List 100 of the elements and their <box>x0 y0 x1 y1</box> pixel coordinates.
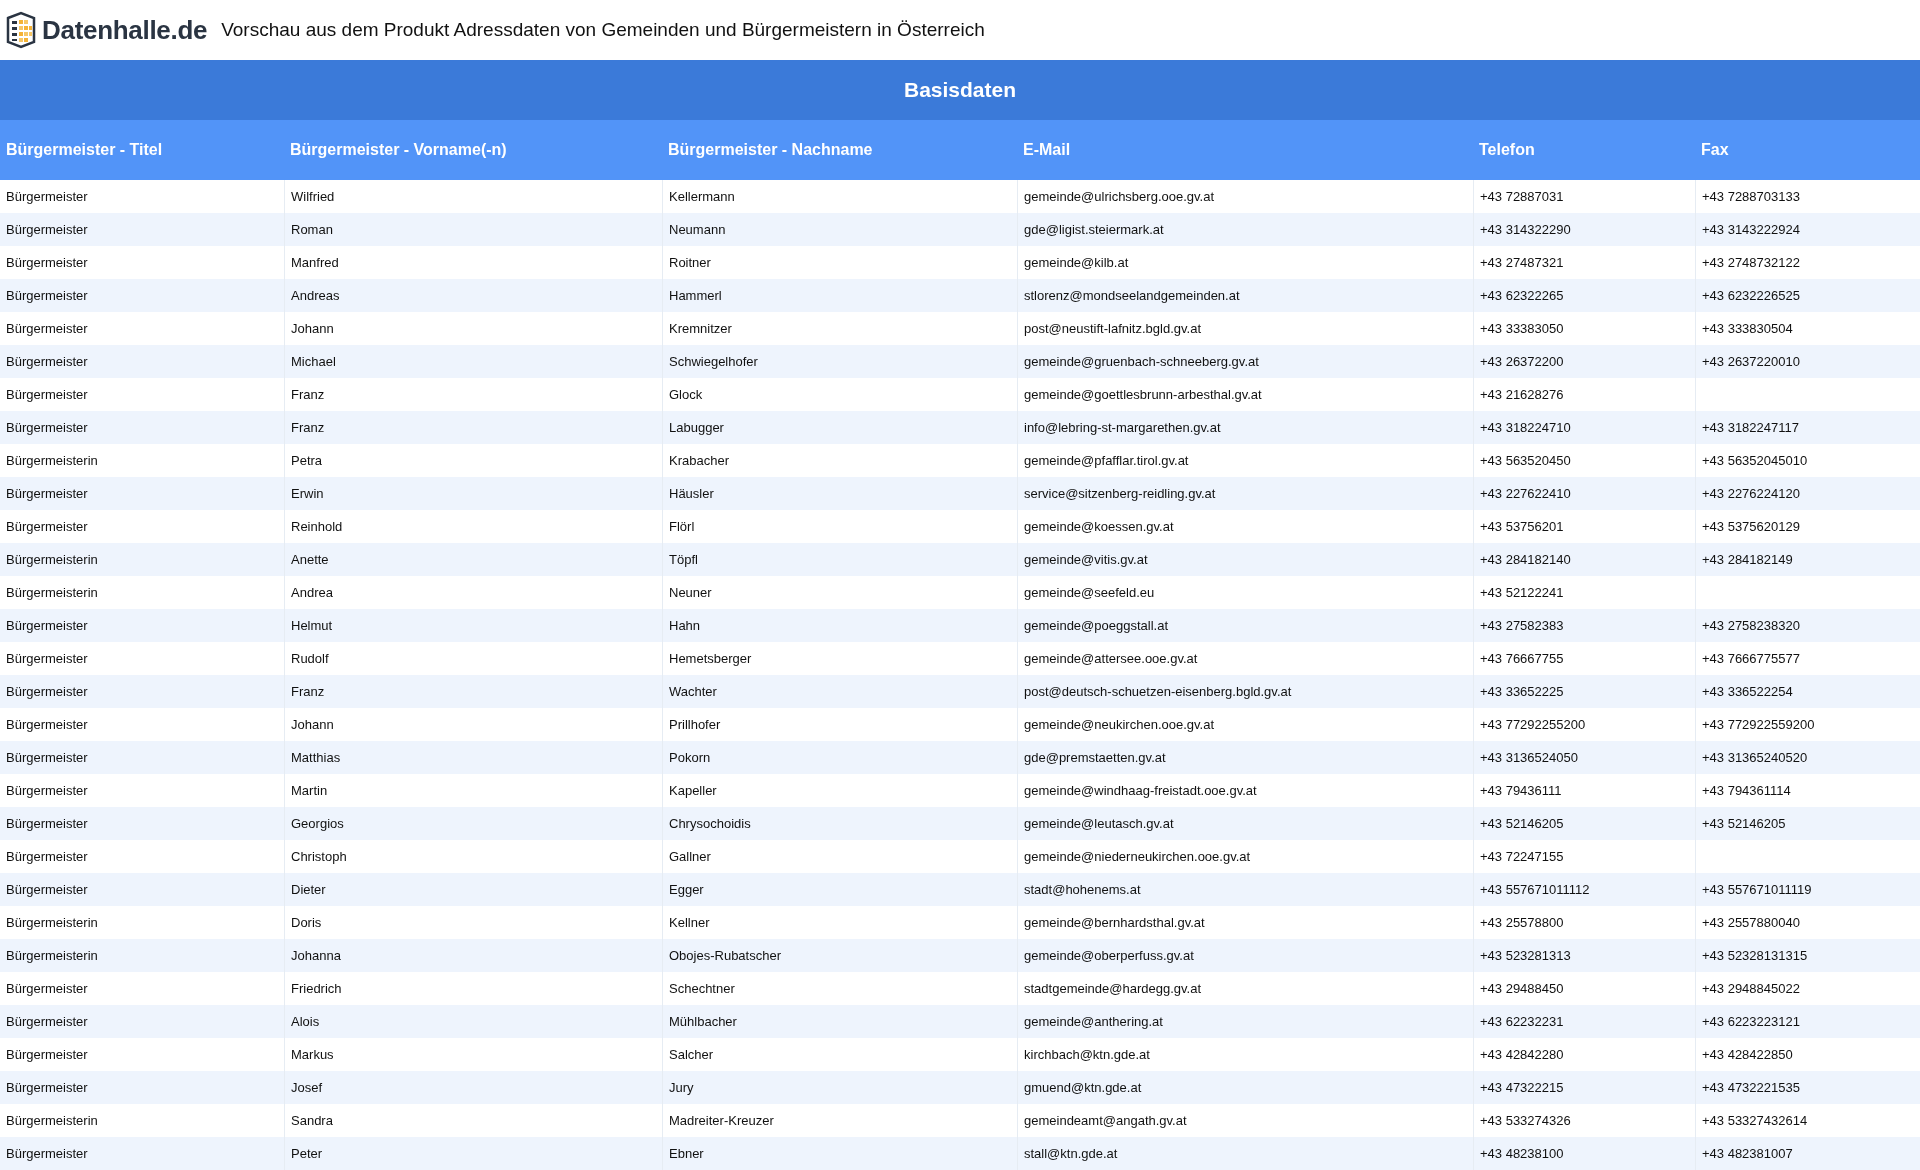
table-cell: Michael <box>284 345 662 378</box>
table-cell: Peter <box>284 1137 662 1170</box>
table-cell: +43 482381007 <box>1695 1137 1920 1170</box>
table-cell: Erwin <box>284 477 662 510</box>
table-cell-text: Bürgermeister <box>5 716 89 734</box>
table-cell: +43 284182149 <box>1695 543 1920 576</box>
table-cell: Josef <box>284 1071 662 1104</box>
table-cell: +43 3143222924 <box>1695 213 1920 246</box>
table-cell: +43 27582383 <box>1473 609 1695 642</box>
table-cell: +43 3136524050 <box>1473 741 1695 774</box>
column-header: Bürgermeister - Titel <box>0 120 284 180</box>
table-cell: stadt@hohenems.at <box>1017 873 1473 906</box>
table-cell: Bürgermeister <box>0 1071 284 1104</box>
table-cell-text: Bürgermeisterin <box>5 914 99 932</box>
table-cell: +43 47322215 <box>1473 1071 1695 1104</box>
table-cell: Bürgermeister <box>0 609 284 642</box>
table-cell: Jury <box>662 1071 1017 1104</box>
table-cell: Häusler <box>662 477 1017 510</box>
table-cell: +43 33652225 <box>1473 675 1695 708</box>
table-cell: Egger <box>662 873 1017 906</box>
table-cell: +43 284182140 <box>1473 543 1695 576</box>
table-cell: +43 6232226525 <box>1695 279 1920 312</box>
column-header: E-Mail <box>1017 120 1473 180</box>
table-cell-text: Bürgermeisterin <box>5 584 99 602</box>
table-cell: stlorenz@mondseelandgemeinden.at <box>1017 279 1473 312</box>
table-cell: +43 31365240520 <box>1695 741 1920 774</box>
table-cell: Georgios <box>284 807 662 840</box>
table-cell: gemeinde@gruenbach-schneeberg.gv.at <box>1017 345 1473 378</box>
table-cell: Bürgermeister <box>0 213 284 246</box>
table-cell: Bürgermeister <box>0 411 284 444</box>
table-cell: gde@premstaetten.gv.at <box>1017 741 1473 774</box>
table-cell: Hahn <box>662 609 1017 642</box>
column-header: Telefon <box>1473 120 1695 180</box>
table-cell: Mühlbacher <box>662 1005 1017 1038</box>
table-cell: +43 52328131315 <box>1695 939 1920 972</box>
table-cell-text: Bürgermeister <box>5 188 89 206</box>
table-cell: gemeinde@oberperfuss.gv.at <box>1017 939 1473 972</box>
table-cell: Töpfl <box>662 543 1017 576</box>
database-logo-icon <box>4 11 38 49</box>
table-cell-text: Bürgermeister <box>5 980 89 998</box>
table-cell: Bürgermeister <box>0 741 284 774</box>
table-cell: Bürgermeister <box>0 807 284 840</box>
table-cell: +43 62232231 <box>1473 1005 1695 1038</box>
table-cell: Pokorn <box>662 741 1017 774</box>
table-cell: gde@ligist.steiermark.at <box>1017 213 1473 246</box>
table-cell: Wachter <box>662 675 1017 708</box>
table-cell: Matthias <box>284 741 662 774</box>
table-cell: +43 52146205 <box>1695 807 1920 840</box>
table-cell-text: Bürgermeister <box>5 1046 89 1064</box>
table-cell: Alois <box>284 1005 662 1038</box>
table-cell: Bürgermeisterin <box>0 543 284 576</box>
table-cell: Bürgermeisterin <box>0 939 284 972</box>
table-cell: post@deutsch-schuetzen-eisenberg.bgld.gv.at <box>1017 675 1473 708</box>
table-cell: info@lebring-st-margarethen.gv.at <box>1017 411 1473 444</box>
table-cell: Hammerl <box>662 279 1017 312</box>
table-cell-text: Bürgermeister <box>5 650 89 668</box>
table-cell-text: Bürgermeister <box>5 848 89 866</box>
table-cell: +43 6223223121 <box>1695 1005 1920 1038</box>
table-cell: +43 314322290 <box>1473 213 1695 246</box>
table-cell: Dieter <box>284 873 662 906</box>
table-cell-text: Bürgermeister <box>5 386 89 404</box>
table-cell: Andreas <box>284 279 662 312</box>
table-cell-text: Bürgermeister <box>5 782 89 800</box>
table-cell: +43 523281313 <box>1473 939 1695 972</box>
table-cell: Johanna <box>284 939 662 972</box>
table-cell: gemeinde@poeggstall.at <box>1017 609 1473 642</box>
table-cell: gemeinde@vitis.gv.at <box>1017 543 1473 576</box>
table-cell: +43 557671011112 <box>1473 873 1695 906</box>
table-cell: Bürgermeister <box>0 1005 284 1038</box>
table-cell: Bürgermeister <box>0 477 284 510</box>
table-cell: Helmut <box>284 609 662 642</box>
table-cell: Bürgermeister <box>0 1137 284 1170</box>
table-cell: +43 26372200 <box>1473 345 1695 378</box>
table-cell: +43 557671011119 <box>1695 873 1920 906</box>
table-cell: Labugger <box>662 411 1017 444</box>
table-cell: Bürgermeister <box>0 279 284 312</box>
column-header: Bürgermeister - Vorname(-n) <box>284 120 662 180</box>
table-cell: +43 2276224120 <box>1695 477 1920 510</box>
table-cell: stall@ktn.gde.at <box>1017 1137 1473 1170</box>
table-cell: +43 52146205 <box>1473 807 1695 840</box>
table-cell: +43 48238100 <box>1473 1137 1695 1170</box>
column-header: Fax <box>1695 120 1920 180</box>
table-cell: Ebner <box>662 1137 1017 1170</box>
table-cell: Bürgermeister <box>0 345 284 378</box>
table-cell: +43 2637220010 <box>1695 345 1920 378</box>
table-cell-text: Bürgermeisterin <box>5 452 99 470</box>
column-header: Bürgermeister - Nachname <box>662 120 1017 180</box>
table-cell: +43 62322265 <box>1473 279 1695 312</box>
table-cell: +43 2758238320 <box>1695 609 1920 642</box>
table-cell: Bürgermeister <box>0 873 284 906</box>
table-cell: Franz <box>284 675 662 708</box>
table-cell: Neumann <box>662 213 1017 246</box>
table-cell: +43 4732221535 <box>1695 1071 1920 1104</box>
table-cell: +43 318224710 <box>1473 411 1695 444</box>
table-cell: Roman <box>284 213 662 246</box>
section-banner: Basisdaten <box>0 60 1920 120</box>
table-cell: gmuend@ktn.gde.at <box>1017 1071 1473 1104</box>
table-cell: Schwiegelhofer <box>662 345 1017 378</box>
table-cell: gemeinde@anthering.at <box>1017 1005 1473 1038</box>
table-cell: Bürgermeister <box>0 675 284 708</box>
